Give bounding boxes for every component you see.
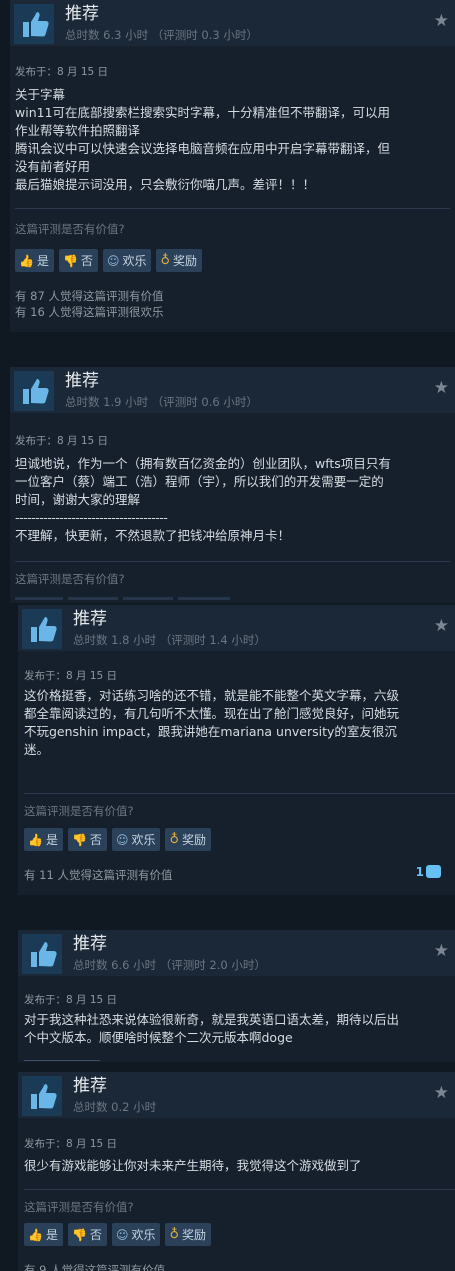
award-button[interactable]: ♁ 奖励 xyxy=(165,1223,212,1246)
award-button[interactable]: ♁ 奖励 xyxy=(156,249,203,272)
review-hours: 总时数 6.6 小时 （评测时 2.0 小时） xyxy=(73,958,266,972)
helpful-question: 这篇评测是否有价值? xyxy=(24,804,134,818)
divider xyxy=(24,793,455,794)
review-date: 发布于：8 月 15 日 xyxy=(15,66,109,78)
vote-no-button[interactable]: 👎 否 xyxy=(67,1223,107,1246)
review-header: 推荐 总时数 6.3 小时 （评测时 0.3 小时） ★ xyxy=(10,0,455,46)
review-hours: 总时数 6.3 小时 （评测时 0.3 小时） xyxy=(65,28,258,42)
thumbs-down-icon: 👎 xyxy=(71,832,87,847)
review-card: 推荐 总时数 1.8 小时 （评测时 1.4 小时） ★ 发布于：8 月 15 … xyxy=(18,605,455,895)
vote-funny-button[interactable]: ☺ 欢乐 xyxy=(111,1223,161,1246)
review-card: 推荐 总时数 6.6 小时 （评测时 2.0 小时） ★ 发布于：8 月 15 … xyxy=(18,930,455,1062)
vote-no-button[interactable]: 👎 否 xyxy=(67,828,107,851)
review-recommendation: 推荐 xyxy=(65,371,99,391)
star-icon[interactable]: ★ xyxy=(434,1083,449,1103)
helpful-question: 这篇评测是否有价值? xyxy=(15,222,125,236)
review-recommendation: 推荐 xyxy=(73,609,107,629)
review-text: 关于字幕 win11可在底部搜索栏搜索实时字幕，十分精准但不带翻译，可以用 作业… xyxy=(15,87,391,192)
vote-yes-button[interactable]: 👍 是 xyxy=(24,828,63,851)
divider xyxy=(15,561,450,562)
review-recommendation: 推荐 xyxy=(65,4,99,24)
review-card: 推荐 总时数 1.9 小时 （评测时 0.6 小时） ★ 发布于：8 月 15 … xyxy=(10,367,455,603)
review-date: 发布于：8 月 15 日 xyxy=(24,994,118,1006)
thumbs-up-icon: 👍 xyxy=(19,253,34,268)
star-icon[interactable]: ★ xyxy=(434,616,449,636)
review-text: 对于我这种社恐来说体验很新奇，就是我英语口语太差，期待以后出 个中文版本。顺便啥… xyxy=(24,1012,400,1045)
star-icon[interactable]: ★ xyxy=(434,941,449,961)
vote-buttons: 👍 是 👎 否 ☺ 欢乐 ♁ 奖励 xyxy=(24,828,212,851)
thumbs-down-icon: 👎 xyxy=(71,1227,87,1242)
vote-no-button[interactable]: 👎 否 xyxy=(58,249,98,272)
review-hours: 总时数 1.8 小时 （评测时 1.4 小时） xyxy=(73,633,266,647)
thumbs-up-icon: 👍 xyxy=(28,832,43,847)
award-icon: ♁ xyxy=(169,832,179,847)
helpful-count: 有 9 人觉得这篇评测有价值 xyxy=(24,1263,166,1271)
vote-funny-button[interactable]: ☺ 欢乐 xyxy=(111,828,161,851)
smiley-icon: ☺ xyxy=(115,832,129,847)
vote-yes-button[interactable]: 👍 是 xyxy=(24,1223,63,1246)
review-header: 推荐 总时数 1.8 小时 （评测时 1.4 小时） ★ xyxy=(18,605,455,651)
thumbs-up-icon xyxy=(14,4,54,44)
vote-funny-button[interactable]: ☺ 欢乐 xyxy=(102,249,152,272)
star-icon[interactable]: ★ xyxy=(434,11,449,31)
thumbs-down-icon: 👎 xyxy=(62,253,78,268)
helpful-count: 有 11 人觉得这篇评测有价值 xyxy=(24,868,173,882)
review-card: 推荐 总时数 0.2 小时 ★ 发布于：8 月 15 日 很少有游戏能够让你对未… xyxy=(18,1072,455,1271)
award-icon: ♁ xyxy=(169,1227,179,1242)
divider xyxy=(15,208,450,209)
review-date: 发布于：8 月 15 日 xyxy=(24,1138,118,1150)
thumbs-up-icon: 👍 xyxy=(28,1227,43,1242)
vote-buttons-placeholder xyxy=(15,597,230,600)
helpful-question: 这篇评测是否有价值? xyxy=(24,1200,134,1214)
divider xyxy=(24,1060,100,1061)
review-text: 这价格挺香，对话练习啥的还不错，就是能不能整个英文字幕，六级 都全靠阅读过的，有… xyxy=(24,688,400,757)
review-date: 发布于：8 月 15 日 xyxy=(24,670,118,682)
star-icon[interactable]: ★ xyxy=(434,378,449,398)
helpful-counts: 有 87 人觉得这篇评测有价值 有 16 人觉得这篇评测很欢乐 xyxy=(15,289,164,319)
review-header: 推荐 总时数 1.9 小时 （评测时 0.6 小时） ★ xyxy=(10,367,455,413)
review-recommendation: 推荐 xyxy=(73,934,107,954)
review-recommendation: 推荐 xyxy=(73,1076,107,1096)
review-hours: 总时数 1.9 小时 （评测时 0.6 小时） xyxy=(65,395,258,409)
helpful-question: 这篇评测是否有价值? xyxy=(15,572,125,586)
smiley-icon: ☺ xyxy=(115,1227,129,1242)
award-button[interactable]: ♁ 奖励 xyxy=(165,828,212,851)
review-header: 推荐 总时数 0.2 小时 ★ xyxy=(18,1072,455,1118)
vote-buttons: 👍 是 👎 否 ☺ 欢乐 ♁ 奖励 xyxy=(24,1223,212,1246)
vote-buttons: 👍 是 👎 否 ☺ 欢乐 ♁ 奖励 xyxy=(15,249,203,272)
comment-count[interactable]: 1 xyxy=(416,865,441,879)
thumbs-up-icon xyxy=(14,371,54,411)
thumbs-up-icon xyxy=(22,934,62,974)
thumbs-up-icon xyxy=(22,1076,62,1116)
vote-yes-button[interactable]: 👍 是 xyxy=(15,249,54,272)
comment-icon xyxy=(426,865,441,878)
review-header: 推荐 总时数 6.6 小时 （评测时 2.0 小时） ★ xyxy=(18,930,455,976)
review-date: 发布于：8 月 15 日 xyxy=(15,435,109,447)
review-text: 很少有游戏能够让你对未来产生期待，我觉得这个游戏做到了 xyxy=(24,1158,362,1173)
smiley-icon: ☺ xyxy=(106,253,120,268)
award-icon: ♁ xyxy=(160,253,170,268)
divider xyxy=(24,1189,455,1190)
review-card: 推荐 总时数 6.3 小时 （评测时 0.3 小时） ★ 发布于：8 月 15 … xyxy=(10,0,455,332)
review-hours: 总时数 0.2 小时 xyxy=(73,1100,157,1114)
thumbs-up-icon xyxy=(22,609,62,649)
review-text: 坦诚地说，作为一个（拥有数百亿资金的）创业团队，wfts项目只有 一位客户（蔡）… xyxy=(15,456,391,543)
